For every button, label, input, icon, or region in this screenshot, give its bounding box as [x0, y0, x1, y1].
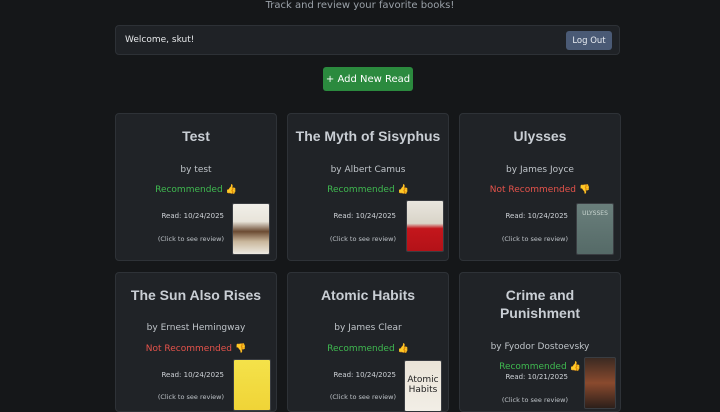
book-author: by Ernest Hemingway — [146, 323, 246, 333]
logout-button[interactable]: Log Out — [566, 31, 612, 50]
book-cover-image: ULYSSES — [576, 203, 614, 255]
book-cover-image — [406, 200, 444, 252]
recommendation-status: Not Recommended 👎 — [145, 344, 247, 354]
read-date: Read: 10/24/2025 — [161, 212, 224, 220]
thumbs-down-icon: 👎 — [579, 185, 591, 195]
book-card[interactable]: Test by test Recommended 👍 Read: 10/24/20… — [115, 113, 277, 261]
page-subtitle: Track and review your favorite books! — [265, 0, 455, 11]
review-hint: (Click to see review) — [501, 235, 568, 243]
recommendation-status: Recommended 👍 — [327, 344, 409, 354]
recommendation-status: Recommended 👍 — [155, 185, 237, 195]
book-card[interactable]: Ulysses by James Joyce Not Recommended 👎 … — [459, 113, 621, 261]
review-hint: (Click to see review) — [157, 393, 224, 401]
book-card[interactable]: The Myth of Sisyphus by Albert Camus Rec… — [287, 113, 449, 261]
review-hint: (Click to see review) — [157, 235, 224, 243]
book-card[interactable]: Crime and Punishment by Fyodor Dostoevsk… — [459, 272, 621, 412]
read-date: Read: 10/24/2025 — [505, 212, 568, 220]
thumbs-down-icon: 👎 — [235, 344, 247, 354]
thumbs-up-icon: 👍 — [397, 185, 409, 195]
book-cover-image — [233, 359, 271, 411]
book-author: by Albert Camus — [330, 165, 406, 175]
thumbs-up-icon: 👍 — [569, 362, 581, 372]
read-date: Read: 10/24/2025 — [333, 212, 396, 220]
book-title: The Sun Also Rises — [130, 287, 262, 303]
book-title: Crime and Punishment — [499, 287, 581, 321]
user-bar: Welcome, skut! Log Out — [115, 25, 620, 55]
review-hint: (Click to see review) — [501, 396, 568, 404]
book-title: Ulysses — [513, 128, 567, 144]
book-cover-image — [584, 357, 616, 409]
book-title: Atomic Habits — [320, 287, 416, 303]
book-author: by James Clear — [334, 323, 402, 333]
review-hint: (Click to see review) — [329, 393, 396, 401]
book-cover-image — [232, 203, 270, 255]
thumbs-up-icon: 👍 — [397, 344, 409, 354]
add-new-read-button[interactable]: + Add New Read — [323, 67, 413, 91]
book-title: Test — [182, 128, 210, 144]
read-date: Read: 10/21/2025 — [505, 373, 568, 381]
thumbs-up-icon: 👍 — [225, 185, 237, 195]
book-author: by James Joyce — [506, 165, 574, 175]
recommendation-status: Not Recommended 👎 — [489, 185, 591, 195]
welcome-text: Welcome, skut! — [125, 35, 195, 45]
read-date: Read: 10/24/2025 — [333, 371, 396, 379]
recommendation-status: Recommended 👍 — [327, 185, 409, 195]
book-author: by test — [180, 165, 212, 175]
book-card[interactable]: The Sun Also Rises by Ernest Hemingway N… — [115, 272, 277, 412]
book-author: by Fyodor Dostoevsky — [490, 342, 590, 352]
review-hint: (Click to see review) — [329, 235, 396, 243]
book-cover-image: Atomic Habits — [404, 360, 442, 411]
book-title: The Myth of Sisyphus — [295, 128, 441, 144]
book-card[interactable]: Atomic Habits by James Clear Recommended… — [287, 272, 449, 412]
read-date: Read: 10/24/2025 — [161, 371, 224, 379]
